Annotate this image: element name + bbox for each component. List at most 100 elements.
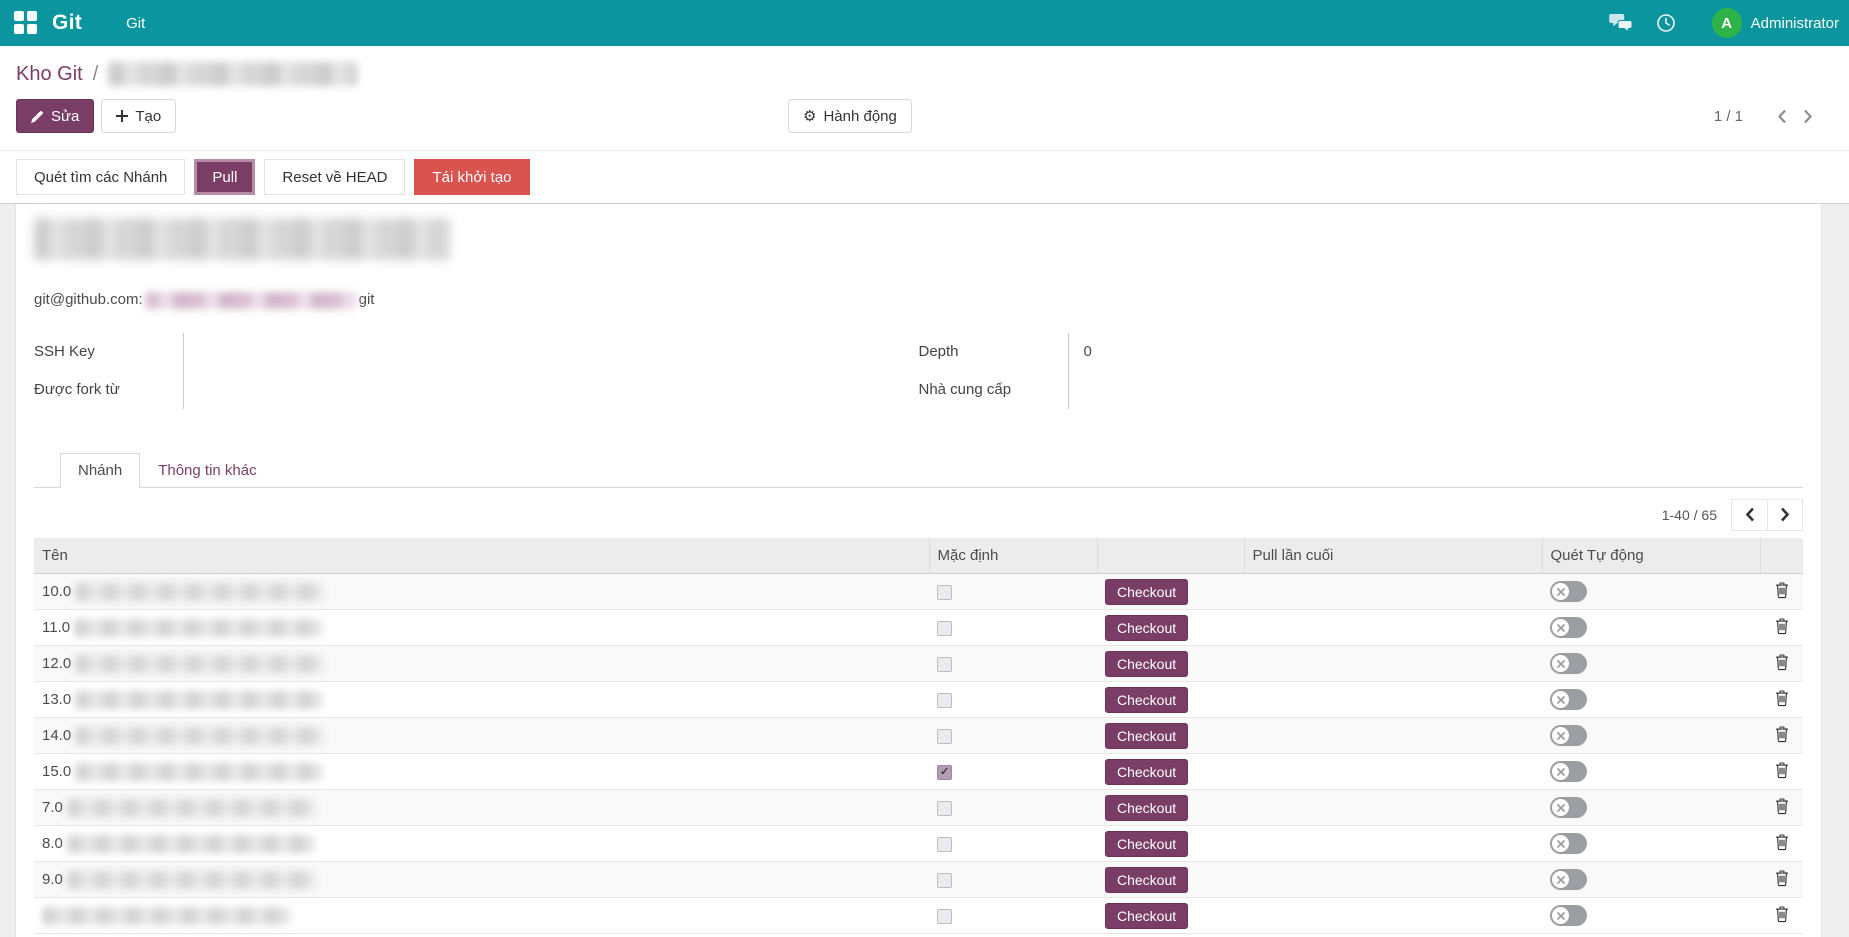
table-row[interactable]: Checkout — [34, 898, 1803, 934]
branches-pager-previous-button[interactable] — [1732, 500, 1767, 530]
default-checkbox[interactable] — [937, 585, 952, 600]
column-header-name[interactable]: Tên — [34, 538, 929, 574]
last-pull-cell — [1244, 754, 1542, 790]
checkout-button[interactable]: Checkout — [1105, 867, 1188, 893]
forked-from-value[interactable] — [184, 371, 919, 409]
default-checkbox[interactable] — [937, 729, 952, 744]
table-row[interactable]: 10.0 Checkout — [34, 574, 1803, 610]
checkout-button[interactable]: Checkout — [1105, 615, 1188, 641]
default-cell — [929, 790, 1097, 826]
trash-icon[interactable] — [1773, 796, 1791, 817]
auto-scan-toggle-off[interactable] — [1550, 833, 1587, 854]
ssh-key-value[interactable] — [184, 333, 919, 371]
toggle-x-icon — [1552, 655, 1569, 672]
branch-name-cell[interactable]: 9.0 — [34, 862, 929, 898]
checkout-button[interactable]: Checkout — [1105, 651, 1188, 677]
table-row[interactable]: 13.0 Checkout — [34, 682, 1803, 718]
branch-name-cell[interactable]: 11.0 — [34, 610, 929, 646]
reinitialize-button[interactable]: Tái khởi tạo — [414, 159, 529, 195]
auto-scan-toggle-off[interactable] — [1550, 725, 1587, 746]
default-checkbox[interactable] — [937, 801, 952, 816]
default-cell — [929, 574, 1097, 610]
auto-scan-cell — [1542, 574, 1760, 610]
trash-icon[interactable] — [1773, 868, 1791, 889]
trash-icon[interactable] — [1773, 760, 1791, 781]
pager-previous-button[interactable] — [1769, 105, 1795, 128]
scan-branches-button[interactable]: Quét tìm các Nhánh — [16, 159, 185, 195]
table-row[interactable]: 7.0 Checkout — [34, 790, 1803, 826]
default-checkbox[interactable] — [937, 909, 952, 924]
user-menu[interactable]: A Administrator — [1712, 8, 1839, 38]
checkout-button[interactable]: Checkout — [1105, 831, 1188, 857]
branches-pager-next-button[interactable] — [1767, 500, 1802, 530]
trash-icon[interactable] — [1773, 904, 1791, 925]
branch-name-cell[interactable]: 7.0 — [34, 790, 929, 826]
auto-scan-toggle-off[interactable] — [1550, 905, 1587, 926]
column-header-auto-scan[interactable]: Quét Tự động — [1542, 538, 1760, 574]
default-checkbox[interactable] — [937, 693, 952, 708]
branches-pager-text: 1-40 / 65 — [1662, 507, 1717, 523]
table-row[interactable]: 12.0 Checkout — [34, 646, 1803, 682]
tab-branches[interactable]: Nhánh — [60, 453, 140, 488]
trash-icon[interactable] — [1773, 652, 1791, 673]
table-row[interactable]: 8.0 Checkout — [34, 826, 1803, 862]
default-checkbox[interactable] — [937, 621, 952, 636]
breadcrumb-parent-link[interactable]: Kho Git — [16, 63, 83, 86]
branch-name-cell[interactable]: 8.0 — [34, 826, 929, 862]
branch-name-cell[interactable] — [34, 898, 929, 934]
trash-icon[interactable] — [1773, 616, 1791, 637]
auto-scan-toggle-off[interactable] — [1550, 761, 1587, 782]
default-checkbox[interactable] — [937, 837, 952, 852]
auto-scan-toggle-off[interactable] — [1550, 797, 1587, 818]
toggle-x-icon — [1552, 727, 1569, 744]
messages-icon[interactable] — [1609, 13, 1634, 33]
reset-head-button[interactable]: Reset về HEAD — [264, 159, 405, 195]
table-row[interactable]: 14.0 Checkout — [34, 718, 1803, 754]
branch-name-cell[interactable]: 13.0 — [34, 682, 929, 718]
checkout-button[interactable]: Checkout — [1105, 687, 1188, 713]
auto-scan-cell — [1542, 898, 1760, 934]
branch-name-cell[interactable]: 10.0 — [34, 574, 929, 610]
app-brand[interactable]: Git — [52, 11, 82, 35]
column-header-pull-last[interactable]: Pull lần cuối — [1244, 538, 1542, 574]
default-checkbox[interactable] — [937, 873, 952, 888]
auto-scan-toggle-off[interactable] — [1550, 689, 1587, 710]
create-button[interactable]: Tạo — [101, 99, 176, 133]
branch-name-cell[interactable]: 15.0 — [34, 754, 929, 790]
provider-value[interactable] — [1069, 371, 1804, 409]
column-header-default[interactable]: Mặc định — [929, 538, 1097, 574]
auto-scan-toggle-off[interactable] — [1550, 653, 1587, 674]
default-checkbox[interactable] — [937, 657, 952, 672]
activities-clock-icon[interactable] — [1656, 13, 1676, 33]
default-checkbox[interactable] — [937, 765, 952, 780]
menu-item-git[interactable]: Git — [126, 15, 145, 32]
pull-button[interactable]: Pull — [194, 159, 255, 195]
apps-grid-icon[interactable] — [14, 11, 38, 35]
trash-icon[interactable] — [1773, 688, 1791, 709]
checkout-button[interactable]: Checkout — [1105, 903, 1188, 929]
table-row[interactable]: 9.0 Checkout — [34, 862, 1803, 898]
checkout-button[interactable]: Checkout — [1105, 723, 1188, 749]
table-row[interactable]: 11.0 Checkout — [34, 610, 1803, 646]
trash-icon[interactable] — [1773, 724, 1791, 745]
checkout-cell: Checkout — [1097, 862, 1244, 898]
breadcrumb: Kho Git / — [16, 62, 1833, 86]
pager-next-button[interactable] — [1795, 105, 1821, 128]
auto-scan-toggle-off[interactable] — [1550, 617, 1587, 638]
edit-button[interactable]: Sửa — [16, 99, 94, 133]
auto-scan-toggle-off[interactable] — [1550, 869, 1587, 890]
depth-value[interactable]: 0 — [1069, 333, 1804, 371]
branch-name-cell[interactable]: 12.0 — [34, 646, 929, 682]
auto-scan-toggle-off[interactable] — [1550, 581, 1587, 602]
trash-icon[interactable] — [1773, 832, 1791, 853]
action-menu-button[interactable]: ⚙ Hành động — [788, 99, 912, 133]
branch-name-redacted — [75, 655, 323, 673]
checkout-button[interactable]: Checkout — [1105, 579, 1188, 605]
checkout-button[interactable]: Checkout — [1105, 795, 1188, 821]
branch-name-cell[interactable]: 14.0 — [34, 718, 929, 754]
auto-scan-cell — [1542, 826, 1760, 862]
checkout-button[interactable]: Checkout — [1105, 759, 1188, 785]
trash-icon[interactable] — [1773, 580, 1791, 601]
table-row[interactable]: 15.0 Checkout — [34, 754, 1803, 790]
tab-other-info[interactable]: Thông tin khác — [140, 453, 274, 488]
